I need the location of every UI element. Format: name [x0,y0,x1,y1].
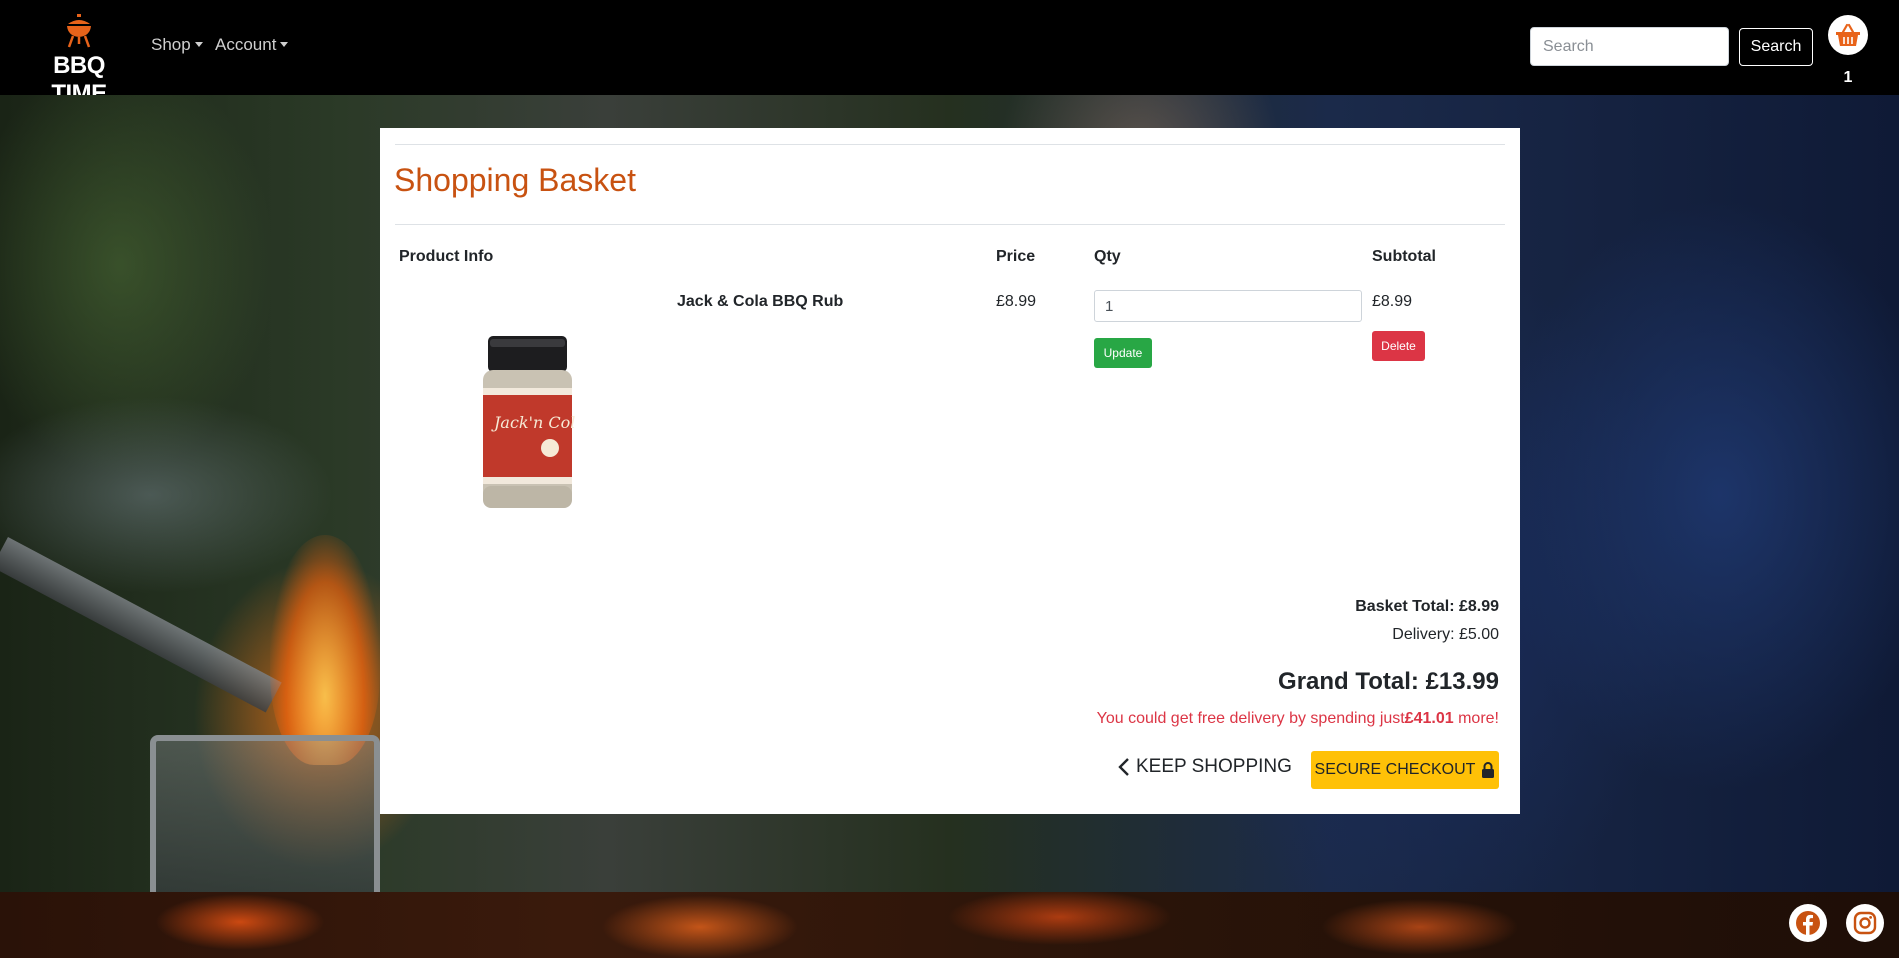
lock-icon [1482,762,1495,778]
nav-account-dropdown[interactable]: Account [215,35,289,55]
grill-brush-decoration [0,536,282,713]
instagram-link[interactable] [1846,904,1884,942]
keep-shopping-link[interactable]: KEEP SHOPPING [1118,756,1292,778]
search-input[interactable] [1530,27,1729,66]
header-subtotal: Subtotal [1372,248,1436,265]
chevron-down-icon [194,42,203,47]
grand-total: Grand Total: £13.99 [1278,668,1499,695]
brand-logo-link[interactable]: BBQ TIME [31,14,127,107]
product-image: Jack'n Cola [483,336,575,508]
delete-button[interactable]: Delete [1372,331,1425,361]
chevron-left-icon [1118,758,1129,776]
page-title: Shopping Basket [394,162,636,198]
divider [395,224,1505,225]
free-delivery-suffix: more! [1453,710,1499,727]
nav-shop-label: Shop [151,35,191,54]
footer [0,892,1899,958]
header-price: Price [996,248,1036,265]
header-product-info: Product Info [399,248,494,265]
bucket-decoration [150,735,380,892]
basket-icon-circle [1828,15,1868,55]
basket-count: 1 [1843,69,1853,86]
product-name[interactable]: Jack & Cola BBQ Rub [677,293,843,311]
divider [395,144,1505,145]
bbq-grill-icon [67,14,91,48]
facebook-icon [1796,911,1820,935]
nav-account-label: Account [215,35,277,54]
keep-shopping-label: KEEP SHOPPING [1136,756,1292,777]
instagram-icon [1853,911,1877,935]
update-button[interactable]: Update [1094,338,1152,368]
free-delivery-prefix: You could get free delivery by spending … [1096,710,1405,727]
product-image-label: Jack'n Cola [491,413,575,432]
navbar: BBQ TIME Shop Account Search 1 [0,0,1899,107]
quantity-input[interactable] [1094,290,1362,322]
product-price: £8.99 [996,293,1037,310]
free-delivery-amount: £41.01 [1404,710,1454,727]
basket-link[interactable]: 1 [1828,15,1868,87]
search-button[interactable]: Search [1739,28,1813,66]
basket-total: Basket Total: £8.99 [1355,598,1499,615]
basket-icon [1836,23,1860,46]
facebook-link[interactable] [1789,904,1827,942]
product-subtotal: £8.99 [1372,293,1413,310]
free-delivery-message: You could get free delivery by spending … [1097,710,1499,728]
header-qty: Qty [1094,248,1121,265]
flame-decoration [270,535,380,765]
nav-shop-dropdown[interactable]: Shop [151,35,203,55]
basket-panel: Shopping Basket Product Info Price Qty S… [380,128,1520,814]
secure-checkout-label: SECURE CHECKOUT [1314,761,1476,778]
secure-checkout-button[interactable]: SECURE CHECKOUT [1311,751,1499,789]
delivery-cost: Delivery: £5.00 [1392,626,1499,643]
chevron-down-icon [280,42,289,47]
